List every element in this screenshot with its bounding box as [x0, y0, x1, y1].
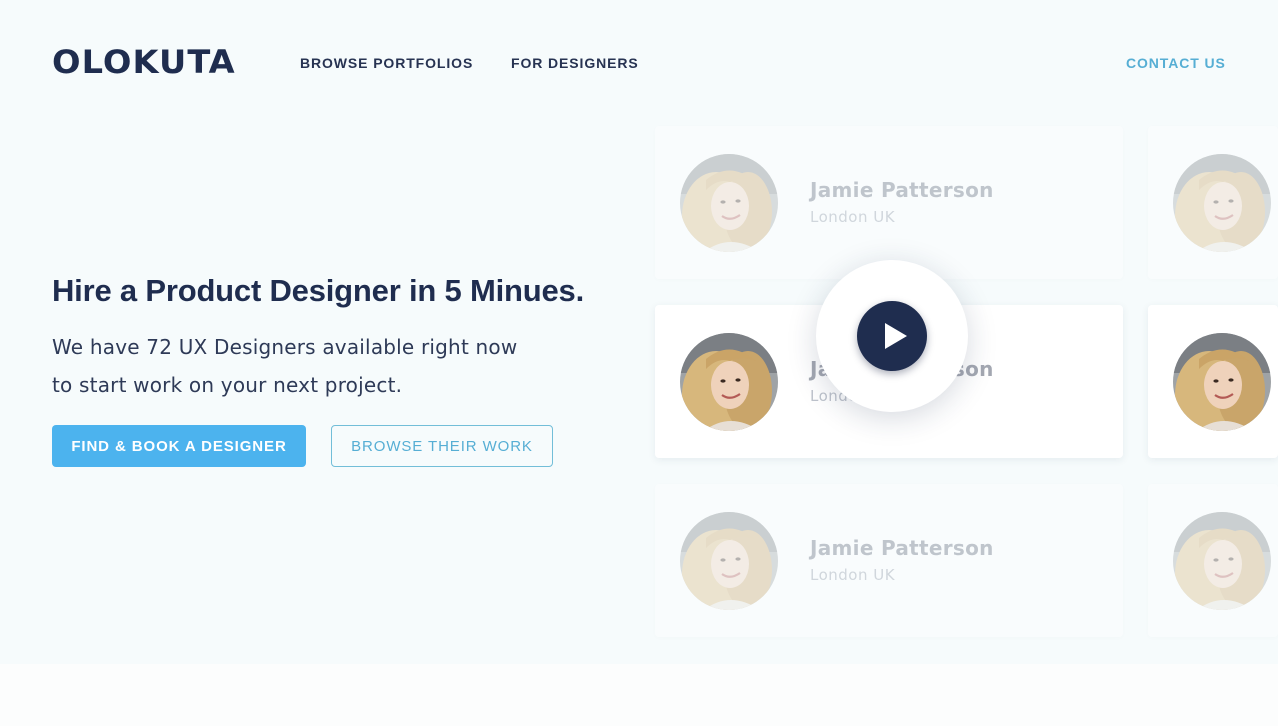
browse-their-work-button[interactable]: BROWSE THEIR WORK — [331, 425, 553, 467]
designer-card[interactable] — [1148, 484, 1278, 637]
designer-avatar — [680, 154, 778, 252]
designer-card[interactable] — [1148, 126, 1278, 279]
designer-avatar — [1173, 154, 1271, 252]
designer-location: London UK — [810, 208, 896, 226]
designer-location: London UK — [810, 566, 896, 584]
nav-for-designers[interactable]: FOR DESIGNERS — [511, 55, 639, 71]
hero-headline: Hire a Product Designer in 5 Minues. — [52, 273, 584, 308]
find-book-designer-button[interactable]: FIND & BOOK A DESIGNER — [52, 425, 306, 467]
hero-section: OLOKUTA BROWSE PORTFOLIOS FOR DESIGNERS … — [0, 0, 1278, 664]
designer-avatar — [1173, 512, 1271, 610]
designer-card[interactable] — [1148, 305, 1278, 458]
designer-avatar — [1173, 333, 1271, 431]
page-below-hero — [0, 664, 1278, 726]
designer-avatar — [680, 333, 778, 431]
nav-contact-us[interactable]: CONTACT US — [1126, 55, 1226, 71]
nav-browse-portfolios[interactable]: BROWSE PORTFOLIOS — [300, 55, 473, 71]
designer-name: Jamie Patterson — [810, 178, 994, 202]
brand-logo[interactable]: OLOKUTA — [52, 42, 236, 82]
hero-subline-1: We have 72 UX Designers available right … — [52, 335, 518, 359]
designer-avatar — [680, 512, 778, 610]
hero-subline-2: to start work on your next project. — [52, 373, 403, 397]
designer-name: Jamie Patterson — [810, 536, 994, 560]
designer-card[interactable]: Jamie Patterson London UK — [655, 484, 1123, 637]
designer-card[interactable]: Jamie Patterson London UK — [655, 126, 1123, 279]
play-video-button[interactable] — [857, 301, 927, 371]
play-icon — [885, 323, 907, 349]
